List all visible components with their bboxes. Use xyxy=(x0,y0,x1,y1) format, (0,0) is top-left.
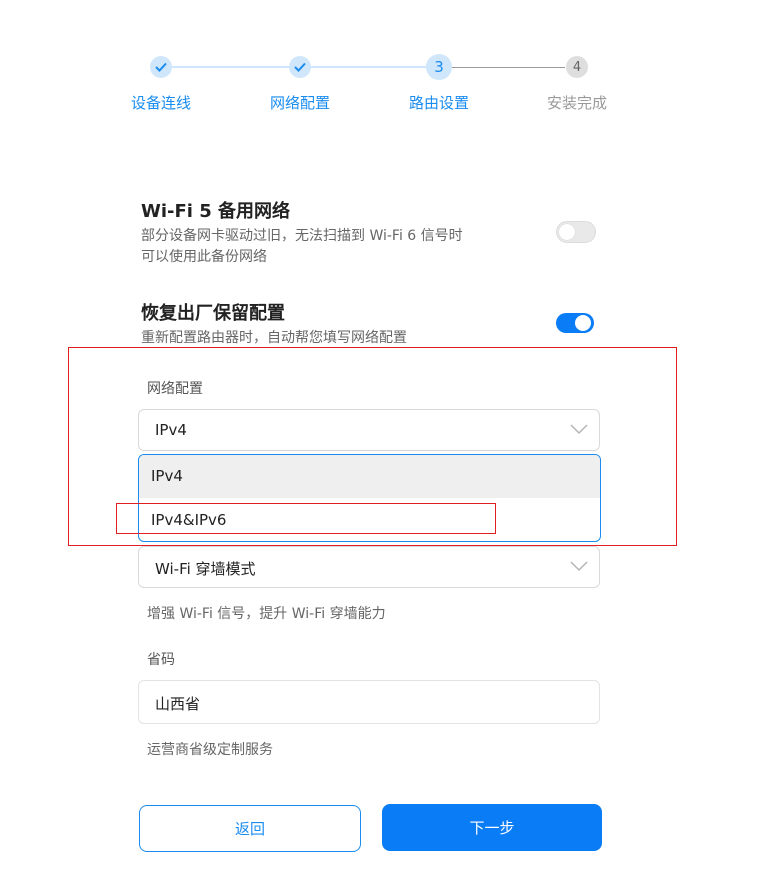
province-label: 省码 xyxy=(147,652,175,668)
toggle-knob xyxy=(559,224,575,240)
chevron-down-icon xyxy=(570,561,588,572)
wifi5-backup-desc-1: 部分设备网卡驱动过旧，无法扫描到 Wi-Fi 6 信号时 xyxy=(141,228,463,244)
back-button[interactable]: 返回 xyxy=(139,805,361,852)
step-2-label: 网络配置 xyxy=(269,94,330,112)
wifi5-backup-desc-2: 可以使用此备份网络 xyxy=(141,249,267,265)
annotation-box-option xyxy=(116,503,496,534)
wall-mode-hint: 增强 Wi-Fi 信号，提升 Wi-Fi 穿墙能力 xyxy=(147,606,386,622)
province-hint: 运营商省级定制服务 xyxy=(147,742,273,758)
province-value: 山西省 xyxy=(155,695,201,713)
step-connector-3 xyxy=(452,67,565,68)
step-4-label: 安装完成 xyxy=(546,94,607,112)
step-1-label: 设备连线 xyxy=(130,94,191,112)
step-3-label: 路由设置 xyxy=(408,94,469,112)
step-4-number: 4 xyxy=(566,56,588,78)
next-button[interactable]: 下一步 xyxy=(382,804,602,851)
wall-mode-value: Wi-Fi 穿墙模式 xyxy=(155,560,256,578)
wall-mode-select[interactable]: Wi-Fi 穿墙模式 xyxy=(138,546,600,588)
wifi5-backup-title: Wi-Fi 5 备用网络 xyxy=(141,201,291,222)
factory-keep-title: 恢复出厂保留配置 xyxy=(141,303,285,324)
wifi5-backup-toggle[interactable] xyxy=(556,221,596,243)
step-connector-2 xyxy=(311,66,427,68)
toggle-knob xyxy=(575,315,591,331)
province-input[interactable]: 山西省 xyxy=(138,680,600,724)
factory-keep-desc: 重新配置路由器时，自动帮您填写网络配置 xyxy=(141,330,407,346)
step-2-check-icon xyxy=(289,56,311,78)
factory-keep-toggle[interactable] xyxy=(556,313,594,333)
step-1-check-icon xyxy=(150,56,172,78)
step-connector-1 xyxy=(172,66,290,68)
step-3-number: 3 xyxy=(426,54,452,80)
